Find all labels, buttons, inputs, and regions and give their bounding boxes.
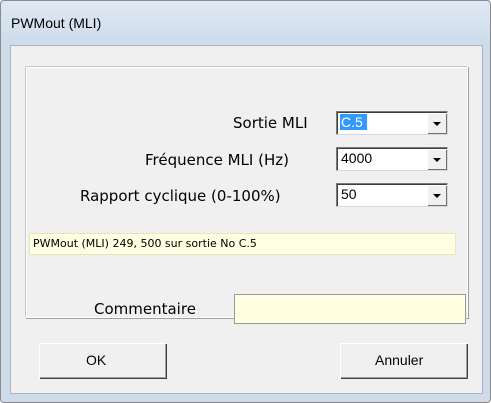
- cancel-button-label: Annuler: [375, 352, 424, 368]
- duty-label: Rapport cyclique (0-100%): [80, 187, 281, 205]
- window-title: PWMout (MLI): [11, 15, 102, 31]
- frequency-select-value: 4000: [341, 150, 373, 166]
- dialog-body: Sortie MLI C.5 Fréquence MLI (Hz) 4000 R…: [10, 45, 483, 394]
- duty-dropdown-button[interactable]: [427, 185, 446, 205]
- title-bar[interactable]: PWMout (MLI): [1, 1, 490, 45]
- dialog-window: PWMout (MLI) Sortie MLI C.5 Fréquence ML…: [0, 0, 491, 403]
- ok-button[interactable]: OK: [39, 343, 166, 378]
- summary-text: PWMout (MLI) 249, 500 sur sortie No C.5: [33, 237, 257, 250]
- output-label: Sortie MLI: [233, 114, 308, 132]
- output-dropdown-button[interactable]: [427, 113, 446, 133]
- duty-select-value: 50: [341, 186, 357, 202]
- duty-select[interactable]: 50: [336, 183, 448, 207]
- cancel-button[interactable]: Annuler: [340, 343, 467, 378]
- output-select-value: C.5: [340, 114, 367, 130]
- frequency-select[interactable]: 4000: [336, 147, 448, 171]
- frequency-label: Fréquence MLI (Hz): [145, 151, 289, 169]
- output-select[interactable]: C.5: [336, 111, 448, 135]
- summary-line: PWMout (MLI) 249, 500 sur sortie No C.5: [29, 233, 456, 255]
- ok-button-label: OK: [86, 352, 107, 368]
- chevron-down-icon: [433, 158, 441, 162]
- chevron-down-icon: [433, 194, 441, 198]
- chevron-down-icon: [433, 122, 441, 126]
- comment-label: Commentaire: [94, 300, 196, 318]
- frequency-dropdown-button[interactable]: [427, 149, 446, 169]
- comment-field[interactable]: [234, 294, 466, 324]
